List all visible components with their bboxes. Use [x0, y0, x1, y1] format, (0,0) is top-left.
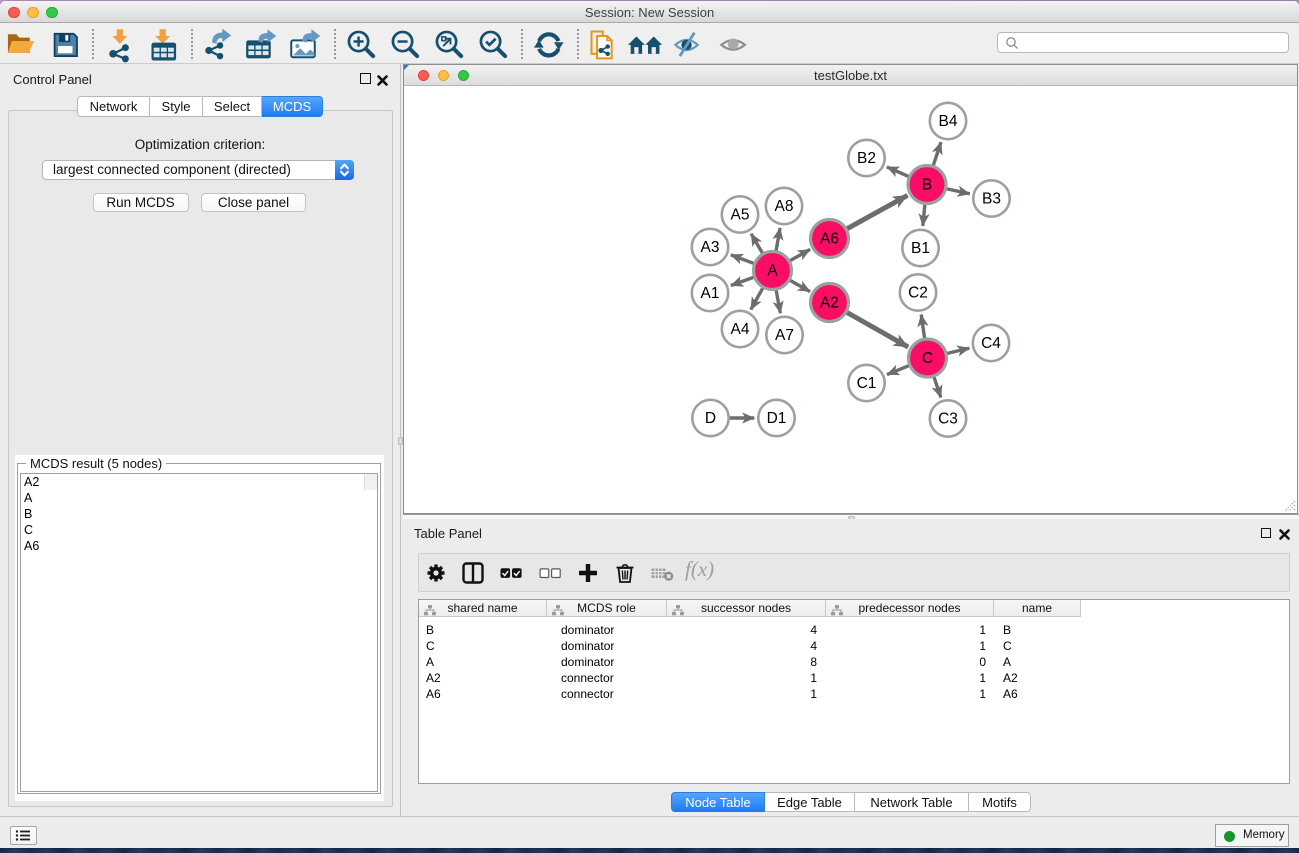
svg-text:B4: B4 — [939, 113, 958, 130]
svg-text:A1: A1 — [701, 285, 720, 302]
svg-text:A6: A6 — [820, 231, 839, 248]
svg-text:B3: B3 — [982, 191, 1001, 208]
svg-text:A3: A3 — [701, 239, 720, 256]
svg-text:A8: A8 — [775, 198, 794, 215]
svg-text:B2: B2 — [857, 150, 876, 167]
svg-text:D: D — [705, 410, 716, 427]
svg-text:C3: C3 — [938, 411, 958, 428]
svg-text:C2: C2 — [908, 285, 928, 302]
svg-text:A5: A5 — [731, 207, 750, 224]
svg-text:A4: A4 — [731, 321, 750, 338]
svg-text:B: B — [922, 177, 932, 194]
svg-text:C: C — [922, 350, 933, 367]
svg-text:A: A — [767, 263, 778, 280]
svg-text:C1: C1 — [857, 375, 877, 392]
svg-text:C4: C4 — [981, 335, 1001, 352]
svg-text:A2: A2 — [820, 295, 839, 312]
svg-text:D1: D1 — [767, 410, 787, 427]
svg-text:B1: B1 — [911, 240, 930, 257]
svg-text:A7: A7 — [775, 327, 794, 344]
